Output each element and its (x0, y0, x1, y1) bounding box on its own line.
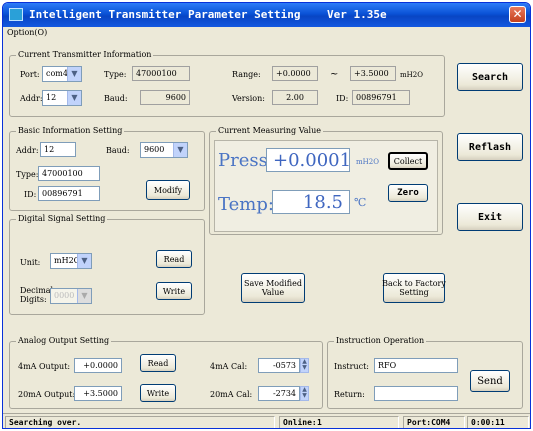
return-output (374, 386, 458, 401)
cal4-spinner[interactable]: ▲ ▼ (300, 358, 309, 373)
basic-id-input[interactable]: 00896791 (38, 186, 100, 201)
save-modified-button[interactable]: Save Modified Value (241, 273, 305, 303)
baud-display: 9600 (140, 90, 190, 105)
addr-value: 12 (46, 93, 57, 102)
reflash-button[interactable]: Reflash (457, 133, 523, 161)
press-unit: mH2O (356, 158, 379, 166)
out20-input[interactable]: +3.5000 (74, 386, 122, 401)
unit-label: Unit: (20, 258, 41, 267)
port-select[interactable]: com4 ▼ (42, 66, 82, 82)
unit-select[interactable]: mH2O ▼ (50, 253, 92, 269)
range-label: Range: (232, 70, 261, 79)
measuring-group: Current Measuring Value Press: +0.0001 m… (209, 126, 443, 235)
port-value: com4 (46, 69, 68, 78)
type-label: Type: (104, 70, 127, 79)
chevron-down-icon[interactable]: ▼ (67, 91, 81, 105)
basic-info-group: Basic Information Setting Addr: 12 Baud:… (9, 126, 205, 211)
version-display: 2.00 (272, 90, 318, 105)
factory-reset-button[interactable]: Back to Factory Setting (382, 273, 446, 303)
status-time: 0:00:11 (467, 416, 529, 428)
basic-baud-label: Baud: (106, 146, 130, 155)
range-unit: mH2O (400, 71, 423, 79)
basic-addr-input[interactable]: 12 (40, 142, 76, 157)
digital-write-button[interactable]: Write (156, 282, 192, 300)
basic-addr-label: Addr: (16, 146, 39, 155)
digital-signal-legend: Digital Signal Setting (16, 214, 108, 223)
current-info-legend: Current Transmitter Information (16, 50, 154, 59)
range-separator: ~ (330, 69, 339, 80)
decimal-digits-value: 0000 (54, 291, 75, 300)
basic-info-legend: Basic Information Setting (16, 126, 125, 135)
digital-signal-group: Digital Signal Setting Unit: mH2O ▼ Read… (9, 214, 205, 315)
online-label: Online: (279, 416, 317, 428)
collect-button[interactable]: Collect (388, 152, 428, 170)
menu-bar: Option(O) (3, 27, 530, 41)
cal20-input[interactable]: -2734 (258, 386, 300, 401)
instruction-legend: Instruction Operation (334, 336, 427, 345)
cal4-input[interactable]: -0573 (258, 358, 300, 373)
instruct-label: Instruct: (334, 362, 369, 371)
chevron-down-icon[interactable]: ▼ (77, 254, 91, 268)
analog-read-button[interactable]: Read (140, 354, 176, 372)
range-low-display: +0.0000 (272, 66, 318, 81)
modify-button[interactable]: Modify (146, 180, 190, 200)
cal20-label: 20mA Cal: (210, 390, 253, 399)
analog-output-legend: Analog Output Setting (16, 336, 112, 345)
status-bar: Searching over. Online: 1 Port:COM4 0:00… (3, 413, 530, 428)
basic-type-input[interactable]: 47000100 (38, 166, 100, 181)
basic-baud-select[interactable]: 9600 ▼ (140, 142, 188, 158)
send-button[interactable]: Send (470, 370, 510, 392)
press-value: +0.0001 (266, 148, 351, 172)
cal20-spinner[interactable]: ▲ ▼ (300, 386, 309, 401)
range-high-display: +3.5000 (350, 66, 396, 81)
chevron-down-icon[interactable]: ▼ (173, 143, 187, 157)
search-button[interactable]: Search (457, 63, 523, 91)
app-icon (9, 8, 23, 21)
online-value: 1 (309, 416, 399, 428)
measuring-legend: Current Measuring Value (216, 126, 323, 135)
instruct-input[interactable]: RFO (374, 358, 458, 373)
cal4-label: 4mA Cal: (210, 362, 248, 371)
current-info-group: Current Transmitter Information Port: co… (9, 50, 445, 117)
main-window: Intelligent Transmitter Parameter Settin… (2, 2, 531, 429)
out4-label: 4mA Output: (18, 362, 71, 371)
return-label: Return: (334, 390, 365, 399)
port-label: Port: (20, 70, 40, 79)
type-display: 47000100 (132, 66, 190, 81)
temp-value: 18.5 (272, 190, 350, 214)
addr-label: Addr: (20, 94, 43, 103)
temp-unit: ℃ (354, 196, 367, 209)
temp-label: Temp: (218, 194, 274, 215)
exit-button[interactable]: Exit (457, 203, 523, 231)
basic-id-label: ID: (24, 190, 37, 199)
version-label: Version: (232, 94, 265, 103)
id-label: ID: (336, 94, 349, 103)
out20-label: 20mA Output: (18, 390, 76, 399)
decimal-digits-label: Decimal Digits: (20, 286, 54, 304)
chevron-down-icon[interactable]: ▼ (67, 67, 81, 81)
decimal-digits-select[interactable]: 0000 ▼ (50, 288, 92, 304)
analog-output-group: Analog Output Setting 4mA Output: +0.000… (9, 336, 323, 409)
basic-baud-value: 9600 (144, 145, 165, 154)
status-message: Searching over. (5, 416, 275, 428)
status-port: Port:COM4 (403, 416, 465, 428)
addr-select[interactable]: 12 ▼ (42, 90, 82, 106)
analog-write-button[interactable]: Write (140, 384, 176, 402)
instruction-group: Instruction Operation Instruct: RFO Retu… (327, 336, 523, 409)
basic-type-label: Type: (16, 170, 39, 179)
menu-option[interactable]: Option(O) (7, 28, 47, 37)
window-title: Intelligent Transmitter Parameter Settin… (29, 8, 387, 21)
close-button[interactable]: ✕ (509, 6, 526, 23)
id-display: 00896791 (352, 90, 410, 105)
digital-read-button[interactable]: Read (156, 250, 192, 268)
chevron-down-icon[interactable]: ▼ (77, 289, 91, 303)
out4-input[interactable]: +0.0000 (74, 358, 122, 373)
baud-label: Baud: (104, 94, 128, 103)
zero-button[interactable]: Zero (388, 184, 428, 202)
title-bar[interactable]: Intelligent Transmitter Parameter Settin… (3, 3, 530, 27)
